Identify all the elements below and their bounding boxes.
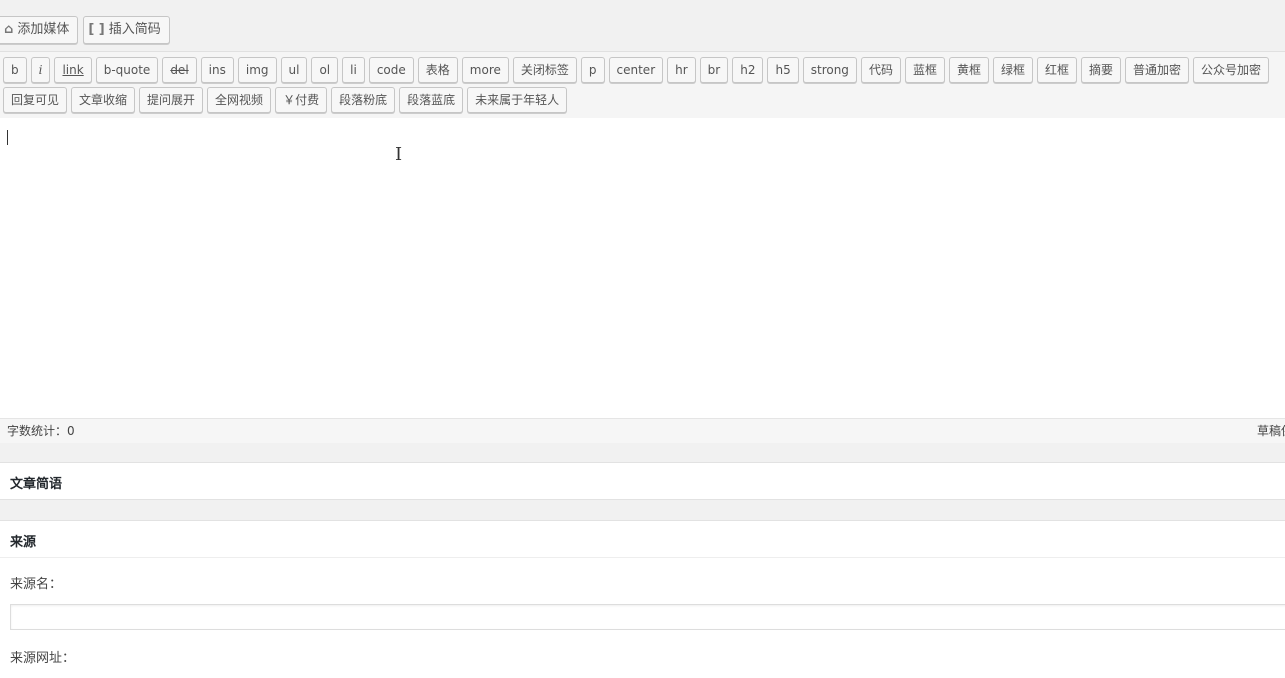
quicktag-button[interactable]: b-quote xyxy=(95,57,159,83)
quicktag-button[interactable]: 代码 xyxy=(860,57,901,83)
quicktag-button[interactable]: 文章收缩 xyxy=(71,87,136,113)
metabox-divider xyxy=(0,557,1285,558)
quicktag-button[interactable]: 段落蓝底 xyxy=(399,87,464,113)
quicktag-button[interactable]: 绿框 xyxy=(992,57,1033,83)
quicktag-button[interactable]: code xyxy=(368,57,414,83)
quicktag-button[interactable]: br xyxy=(699,57,729,83)
insert-shortcode-label: 插入简码 xyxy=(108,22,161,37)
content-textarea[interactable]: I xyxy=(0,118,1285,418)
quicktag-button[interactable]: 表格 xyxy=(417,57,458,83)
quicktags-toolbar: b i link b-quote del ins img ul ol li code 表格 more 关闭… xyxy=(0,51,1285,119)
quicktag-button[interactable]: del xyxy=(162,57,197,83)
quicktag-button[interactable]: center xyxy=(608,57,664,83)
quicktag-button[interactable]: 关闭标签 xyxy=(512,57,577,83)
draft-status: 草稿保 xyxy=(1257,424,1285,438)
quicktag-button[interactable]: 段落粉底 xyxy=(331,87,396,113)
media-icon: ⌂ xyxy=(4,22,14,37)
excerpt-metabox-title[interactable]: 文章简语 xyxy=(10,473,62,492)
excerpt-metabox: 文章简语 xyxy=(0,462,1285,500)
add-media-label: 添加媒体 xyxy=(17,22,70,37)
add-media-button[interactable]: ⌂ 添加媒体 xyxy=(0,16,79,44)
quicktag-button[interactable]: 回复可见 xyxy=(3,87,68,113)
ibeam-cursor-icon: I xyxy=(395,144,403,165)
quicktag-button[interactable]: strong xyxy=(802,57,857,83)
quicktag-button[interactable]: li xyxy=(342,57,365,83)
post-editor-screen: ⌂ 添加媒体 [ ] 插入简码 b i link b-quote del ins img ul… xyxy=(0,0,1285,678)
quicktags-row-1: b i link b-quote del ins img ul ol li code 表格 more 关闭… xyxy=(3,57,1270,83)
insert-shortcode-button[interactable]: [ ] 插入简码 xyxy=(83,16,170,44)
quicktag-button[interactable]: ol xyxy=(311,57,339,83)
shortcode-bracket-icon: [ ] xyxy=(88,22,105,37)
quicktag-button[interactable]: ul xyxy=(280,57,308,83)
quicktag-button[interactable]: ￥付费 xyxy=(275,87,328,113)
quicktag-button[interactable]: 公众号加密 xyxy=(1193,57,1270,83)
word-count: 字数统计：0 xyxy=(7,424,75,438)
quicktag-button[interactable]: h5 xyxy=(767,57,799,83)
quicktag-button[interactable]: h2 xyxy=(732,57,764,83)
text-caret xyxy=(7,130,8,145)
quicktag-button[interactable]: 未来属于年轻人 xyxy=(467,87,568,113)
quicktag-button[interactable]: img xyxy=(237,57,277,83)
quicktag-button[interactable]: 摘要 xyxy=(1081,57,1122,83)
quicktag-button[interactable]: 蓝框 xyxy=(904,57,945,83)
quicktag-button[interactable]: link xyxy=(54,57,92,83)
quicktag-button[interactable]: 普通加密 xyxy=(1125,57,1190,83)
quicktag-button[interactable]: i xyxy=(30,57,51,83)
editor-status-bar: 字数统计：0 草稿保 xyxy=(0,418,1285,443)
source-metabox: 来源 来源名： 来源网址： xyxy=(0,520,1285,678)
source-name-input[interactable] xyxy=(10,604,1285,630)
quicktag-button[interactable]: 黄框 xyxy=(948,57,989,83)
source-metabox-title[interactable]: 来源 xyxy=(10,531,36,550)
quicktag-button[interactable]: b xyxy=(3,57,27,83)
quicktag-button[interactable]: 提问展开 xyxy=(139,87,204,113)
quicktag-button[interactable]: p xyxy=(580,57,605,83)
source-url-label: 来源网址： xyxy=(10,651,76,666)
quicktag-button[interactable]: 红框 xyxy=(1037,57,1078,83)
source-name-label: 来源名： xyxy=(10,577,63,592)
quicktag-button[interactable]: hr xyxy=(667,57,696,83)
quicktag-button[interactable]: 全网视频 xyxy=(207,87,272,113)
quicktag-button[interactable]: more xyxy=(461,57,509,83)
quicktags-row-2: 回复可见 文章收缩 提问展开 全网视频 ￥付费 段落粉底 段落蓝底 未来属于年轻人 xyxy=(3,87,568,113)
media-buttons: ⌂ 添加媒体 [ ] 插入简码 xyxy=(0,16,170,44)
quicktag-button[interactable]: ins xyxy=(200,57,234,83)
